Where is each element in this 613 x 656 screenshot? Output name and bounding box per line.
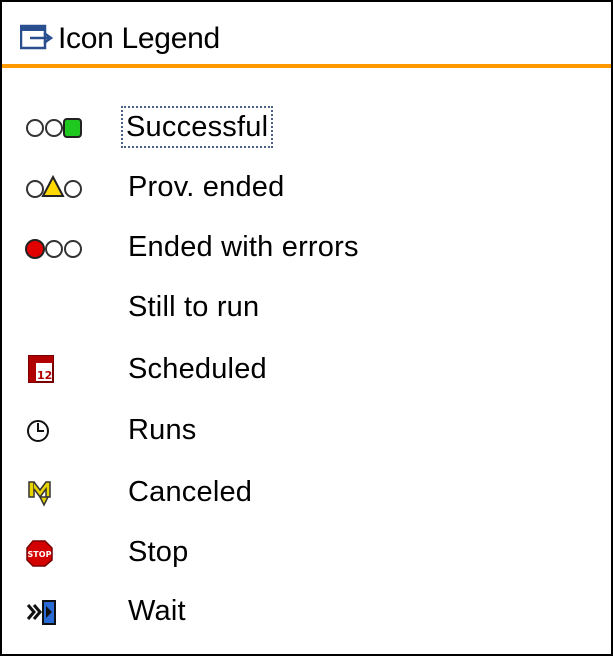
calendar-icon: 12 [28,355,54,383]
legend-title: Icon Legend [58,22,220,55]
legend-label-runs: Runs [128,414,197,446]
legend-item-runs: Runs [2,403,611,459]
legend-label-canceled: Canceled [128,476,253,508]
legend-label-scheduled: Scheduled [128,353,267,385]
clock-icon [27,420,49,442]
legend-item-successful: Successful [2,100,611,156]
legend-item-ended-with-errors: Ended with errors [2,220,611,276]
legend-label-stop: Stop [128,536,189,568]
svg-text:STOP: STOP [28,550,52,559]
icon-legend-panel: Icon Legend Successful Prov. ended Ended… [0,0,613,656]
legend-icon [20,24,54,50]
svg-text:12: 12 [37,369,52,382]
header-divider [2,64,611,68]
legend-header: Icon Legend [2,2,611,64]
wait-icon [26,600,56,625]
canceled-icon [28,481,51,507]
legend-item-wait: Wait [2,584,611,640]
legend-label-prov-ended: Prov. ended [128,171,285,203]
legend-item-stop: STOP Stop [2,525,611,581]
legend-item-still-to-run: Still to run [2,280,611,336]
traffic-light-yellow-icon [26,174,82,198]
legend-item-prov-ended: Prov. ended [2,160,611,216]
legend-label-wait: Wait [128,595,186,627]
legend-label-still-to-run: Still to run [128,291,260,323]
legend-label-ended-with-errors: Ended with errors [128,231,359,263]
traffic-light-red-icon [25,239,82,259]
legend-label-successful[interactable]: Successful [120,106,274,148]
legend-item-scheduled: 12 Scheduled [2,342,611,398]
traffic-light-green-icon [26,118,82,138]
legend-item-canceled: Canceled [2,465,611,521]
stop-sign-icon: STOP [26,540,53,567]
